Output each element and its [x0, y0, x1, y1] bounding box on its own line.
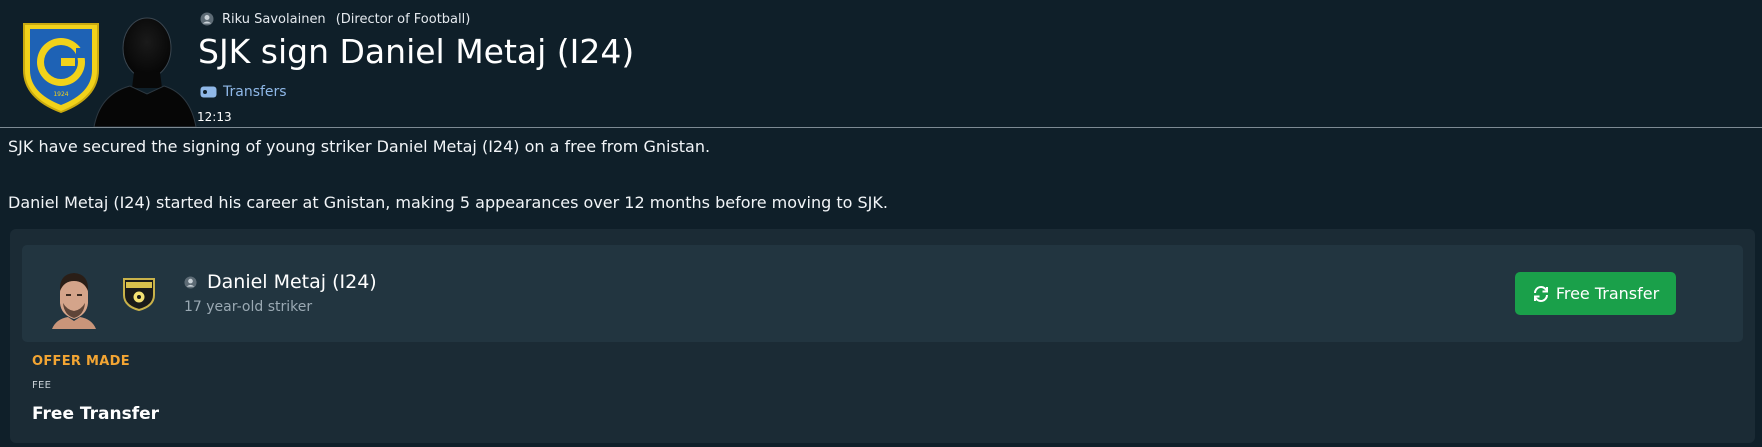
manager-silhouette	[93, 17, 197, 127]
badge-year: 1924	[53, 91, 68, 98]
player-club-badge	[123, 278, 155, 311]
news-item-page: 1924 Riku Savolainen (Director of Footba…	[0, 0, 1762, 447]
page-title: SJK sign Daniel Metaj (I24)	[198, 32, 635, 71]
player-name-row[interactable]: Daniel Metaj (I24)	[184, 271, 377, 293]
player-face-avatar	[52, 273, 96, 329]
transfer-card: Daniel Metaj (I24) 17 year-old striker F…	[10, 229, 1755, 443]
person-icon	[200, 12, 214, 26]
article-paragraph-2: Daniel Metaj (I24) started his career at…	[8, 193, 888, 212]
free-transfer-button[interactable]: Free Transfer	[1515, 272, 1676, 315]
fee-label: FEE	[32, 380, 52, 391]
person-icon	[184, 275, 197, 289]
offer-status: OFFER MADE	[32, 354, 130, 369]
news-timestamp: 12:13	[197, 110, 232, 124]
free-transfer-button-label: Free Transfer	[1555, 284, 1660, 303]
player-description: 17 year-old striker	[184, 299, 313, 315]
news-header: 1924 Riku Savolainen (Director of Footba…	[0, 0, 1762, 127]
player-name[interactable]: Daniel Metaj (I24)	[207, 271, 377, 293]
header-divider	[0, 127, 1762, 128]
fee-value: Free Transfer	[32, 404, 160, 424]
news-category[interactable]: Transfers	[200, 82, 287, 102]
author-row[interactable]: Riku Savolainen (Director of Football)	[200, 10, 470, 28]
article-paragraph-1: SJK have secured the signing of young st…	[8, 137, 711, 156]
refresh-icon	[1533, 285, 1548, 302]
author-role: (Director of Football)	[335, 11, 471, 27]
author-name[interactable]: Riku Savolainen	[222, 12, 326, 27]
player-panel[interactable]: Daniel Metaj (I24) 17 year-old striker F…	[22, 245, 1743, 342]
tag-icon	[200, 86, 217, 98]
category-label[interactable]: Transfers	[223, 84, 287, 100]
